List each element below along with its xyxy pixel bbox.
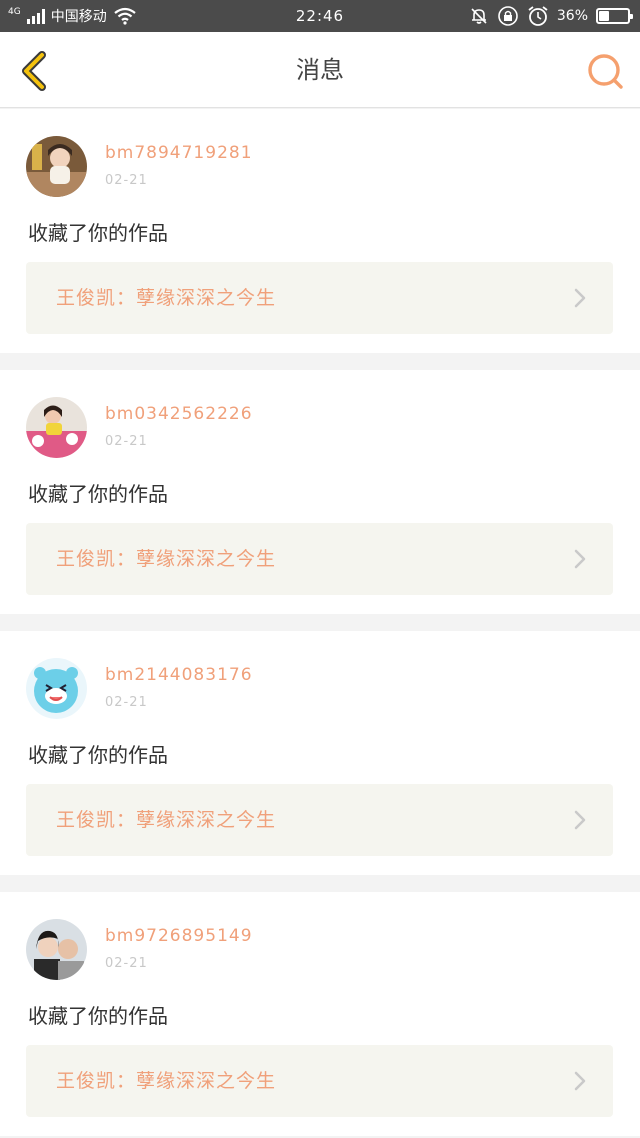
message-date: 02-21: [105, 956, 148, 971]
username-link[interactable]: bm2144083176: [105, 665, 253, 685]
work-link[interactable]: 王俊凯：孽缘深深之今生: [26, 262, 613, 334]
message-card: bm2144083176 02-21 收藏了你的作品 王俊凯：孽缘深深之今生: [0, 631, 640, 875]
work-link[interactable]: 王俊凯：孽缘深深之今生: [26, 1045, 613, 1117]
avatar[interactable]: [26, 397, 87, 458]
alarm-icon: [528, 6, 548, 26]
username-link[interactable]: bm0342562226: [105, 404, 253, 424]
message-card: bm0342562226 02-21 收藏了你的作品 王俊凯：孽缘深深之今生: [0, 370, 640, 614]
status-bar-right: 36%: [469, 0, 633, 32]
message-action-text: 收藏了你的作品: [28, 1004, 168, 1028]
rotation-lock-icon: [498, 6, 518, 26]
avatar[interactable]: [26, 136, 87, 197]
username-link[interactable]: bm9726895149: [105, 926, 253, 946]
message-list: bm7894719281 02-21 收藏了你的作品 王俊凯：孽缘深深之今生 b…: [0, 109, 640, 1138]
username-link[interactable]: bm7894719281: [105, 143, 253, 163]
message-action-text: 收藏了你的作品: [28, 221, 168, 245]
work-title: 王俊凯：孽缘深深之今生: [56, 548, 277, 570]
chevron-right-icon: [574, 288, 586, 308]
battery-level: [599, 11, 609, 21]
search-icon[interactable]: [584, 50, 626, 92]
chevron-right-icon: [574, 1071, 586, 1091]
work-link[interactable]: 王俊凯：孽缘深深之今生: [26, 784, 613, 856]
status-bar: 4G 中国移动 22:46 36%: [0, 0, 640, 32]
work-title: 王俊凯：孽缘深深之今生: [56, 1070, 277, 1092]
avatar[interactable]: [26, 919, 87, 980]
chevron-right-icon: [574, 549, 586, 569]
message-card: bm7894719281 02-21 收藏了你的作品 王俊凯：孽缘深深之今生: [0, 109, 640, 353]
avatar[interactable]: [26, 658, 87, 719]
chevron-right-icon: [574, 810, 586, 830]
message-date: 02-21: [105, 173, 148, 188]
battery-icon: [596, 8, 633, 24]
message-card: bm9726895149 02-21 收藏了你的作品 王俊凯：孽缘深深之今生: [0, 892, 640, 1136]
nav-bar: 消息: [0, 32, 640, 108]
message-date: 02-21: [105, 434, 148, 449]
message-action-text: 收藏了你的作品: [28, 743, 168, 767]
message-action-text: 收藏了你的作品: [28, 482, 168, 506]
message-date: 02-21: [105, 695, 148, 710]
work-title: 王俊凯：孽缘深深之今生: [56, 287, 277, 309]
mute-icon: [471, 8, 487, 24]
work-title: 王俊凯：孽缘深深之今生: [56, 809, 277, 831]
work-link[interactable]: 王俊凯：孽缘深深之今生: [26, 523, 613, 595]
back-button[interactable]: [12, 46, 60, 94]
battery-percent: 36%: [556, 8, 588, 24]
page-title: 消息: [296, 56, 344, 84]
